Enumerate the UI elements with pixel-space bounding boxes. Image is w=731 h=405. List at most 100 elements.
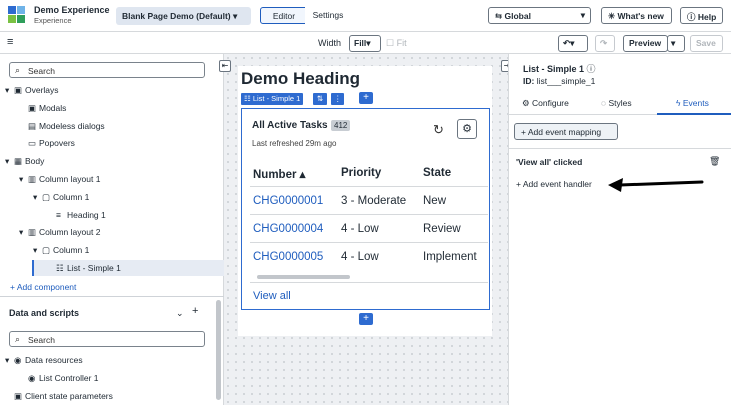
tab-editor[interactable]: Editor (260, 7, 308, 24)
tree-item[interactable]: ▭ Popovers (0, 135, 75, 151)
column-header-priority[interactable]: Priority (341, 167, 381, 179)
column-header-state[interactable]: State (423, 167, 451, 179)
tree-item[interactable]: ▾ ▢ Column 1 (0, 189, 89, 205)
add-after-heading-button[interactable]: + (359, 92, 373, 104)
component-icon: ▤ (28, 120, 37, 131)
tree-item-label: Modals (39, 102, 67, 113)
help-icon: ⓘ (687, 12, 696, 22)
fit-label: Fit (396, 38, 407, 48)
tree-item-label: Heading 1 (67, 209, 106, 220)
collapse-left-panel-icon[interactable]: ⇤ (219, 60, 231, 72)
hamburger-icon[interactable]: ≡ (7, 36, 13, 48)
tree-item[interactable]: ▣ Client state parameters (0, 388, 113, 404)
left-panel: ⌕ Search ▾ ▣ Overlays ▣ Modals ▤ Modeless dial… (0, 54, 224, 405)
tree-item[interactable]: ◉ List Controller 1 (0, 370, 99, 386)
caret-icon[interactable]: ▾ (5, 82, 14, 98)
help-label: Help (697, 12, 717, 22)
add-data-icon[interactable]: + (192, 305, 198, 317)
tab-events-label: Events (682, 98, 709, 108)
save-button[interactable]: Save (690, 35, 723, 52)
redo-button[interactable]: ↷ (595, 35, 615, 52)
tree-item[interactable]: ▾ ◉ Data resources (0, 352, 83, 368)
add-event-handler-link[interactable]: + Add event handler (516, 179, 592, 189)
row-state: Review (423, 223, 461, 235)
list-horizontal-scrollbar[interactable] (257, 275, 350, 279)
page-select[interactable]: Blank Page Demo (Default) ▾ (116, 7, 251, 25)
arrow-head (608, 178, 623, 192)
annotation-arrow (608, 178, 704, 192)
add-component-link[interactable]: + Add component (10, 279, 76, 295)
add-event-mapping-button[interactable]: + Add event mapping (514, 123, 618, 140)
tree-item[interactable]: ☷ List - Simple 1 (32, 260, 224, 276)
component-icon: ◉ (14, 355, 22, 365)
tree-item[interactable]: ▾ ▥ Column layout 2 (0, 224, 100, 240)
divider (250, 242, 488, 243)
id-label: ID: (523, 76, 535, 86)
caret-icon[interactable]: ▾ (33, 189, 42, 205)
view-all-link[interactable]: View all (253, 290, 291, 302)
tree-item[interactable]: ▾ ▦ Body (0, 153, 44, 169)
caret-icon[interactable]: ▾ (19, 224, 28, 240)
undo-button[interactable]: ↶▾ (558, 35, 588, 52)
add-after-list-button[interactable]: + (359, 313, 373, 325)
caret-icon[interactable]: ▾ (5, 153, 14, 169)
tree-item[interactable]: ▾ ▣ Overlays (0, 82, 59, 98)
tree-item-label: Data resources (25, 355, 83, 365)
divider (250, 186, 488, 187)
column-header-number[interactable]: Number ▴ (253, 167, 305, 181)
scope-icon: ⇆ (495, 11, 503, 21)
component-icon: ▢ (42, 191, 51, 202)
row-priority: 3 - Moderate (341, 195, 407, 207)
preview-button[interactable]: Preview (623, 35, 668, 52)
app-subtitle: Experience (34, 16, 72, 25)
configure-icon: ⚙ (522, 98, 530, 108)
demo-heading[interactable]: Demo Heading (241, 69, 360, 89)
tree-item[interactable]: ▾ ▢ Column 1 (0, 242, 89, 258)
data-search-input[interactable]: ⌕ Search (9, 331, 205, 347)
selected-component-label: List - Simple 1 (252, 94, 301, 103)
lightning-icon: ϟ (676, 98, 681, 108)
tree-item-label: Popovers (39, 138, 75, 149)
info-icon[interactable]: ⓘ (587, 64, 596, 74)
more-options-icon[interactable]: ⋮ (331, 93, 344, 105)
tree-item[interactable]: ▾ ▥ Column layout 1 (0, 171, 100, 187)
canvas-toolbar: ≡ Width Fill▾ ☐ Fit ↶▾ ↷ Preview ▾ Save (0, 32, 731, 54)
width-label: Width (318, 38, 342, 48)
tree-item[interactable]: ▣ Modals (0, 100, 66, 116)
row-number-link[interactable]: CHG0000005 (253, 251, 323, 263)
row-number-link[interactable]: CHG0000001 (253, 195, 323, 207)
fit-checkbox[interactable]: ☐ Fit (386, 38, 407, 49)
component-search-input[interactable]: ⌕ Search (9, 62, 205, 78)
move-icon[interactable]: ⇅ (313, 93, 327, 105)
chevron-down-icon[interactable]: ⌄ (176, 308, 184, 319)
row-number-link[interactable]: CHG0000004 (253, 223, 323, 235)
tree-item[interactable]: ≡ Heading 1 (0, 207, 106, 223)
tree-item[interactable]: ▤ Modeless dialogs (0, 118, 105, 134)
caret-icon[interactable]: ▾ (5, 352, 14, 368)
left-scrollbar[interactable] (216, 300, 221, 400)
tree-item-label: Column layout 1 (39, 174, 101, 184)
last-refreshed-text: Last refreshed 29m ago (252, 139, 337, 148)
trash-icon[interactable]: 🗑 (709, 156, 720, 167)
preview-menu-button[interactable]: ▾ (667, 35, 685, 52)
gear-icon[interactable]: ⚙ (457, 119, 477, 139)
component-icon: ▣ (14, 85, 23, 95)
width-fill-select[interactable]: Fill▾ (349, 35, 381, 52)
refresh-icon[interactable]: ↻ (433, 122, 444, 138)
help-button[interactable]: ⓘ Help (680, 7, 723, 24)
app-title: Demo Experience (34, 5, 110, 15)
chevron-down-icon: ▾ (366, 38, 371, 48)
config-title: List - Simple 1 ⓘ (523, 62, 596, 75)
row-state: Implement (423, 251, 477, 263)
tree-item-label: List Controller 1 (39, 372, 99, 383)
search-icon: ⌕ (15, 334, 21, 344)
width-fill-label: Fill (354, 38, 367, 48)
scope-select[interactable]: ⇆ Global ▾ (488, 7, 591, 24)
selected-component-badge[interactable]: ☷ List - Simple 1 (241, 93, 304, 105)
whats-new-button[interactable]: ✳ What's new (601, 7, 672, 24)
tab-settings[interactable]: Settings (305, 7, 351, 24)
component-icon: ▣ (28, 102, 37, 113)
divider (0, 296, 224, 297)
caret-icon[interactable]: ▾ (19, 171, 28, 187)
caret-icon[interactable]: ▾ (33, 242, 42, 258)
